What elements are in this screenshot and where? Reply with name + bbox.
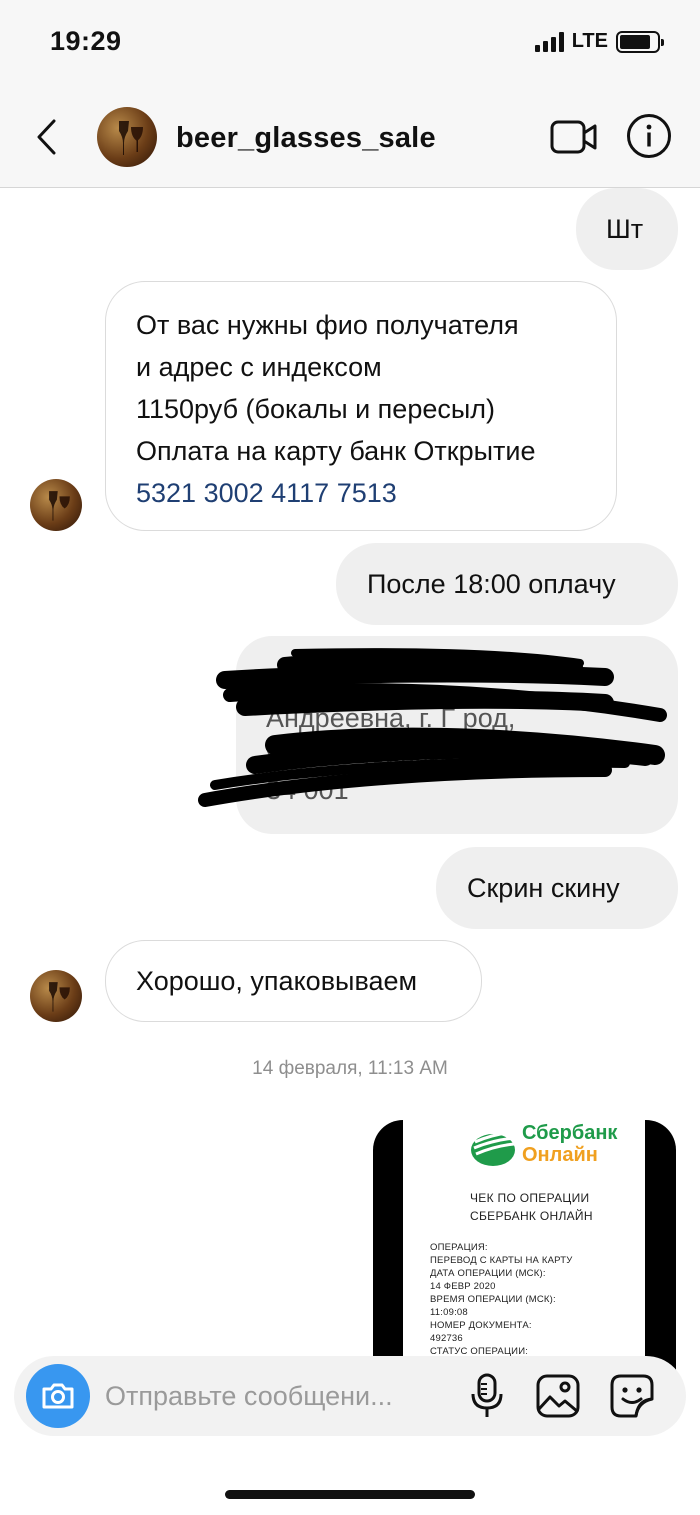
signal-icon <box>534 31 564 52</box>
receipt-line: 492736 <box>430 1333 463 1344</box>
chat-header: beer_glasses_sale <box>0 88 700 188</box>
contact-username[interactable]: beer_glasses_sale <box>176 122 436 155</box>
message-line: Оплата на карту банк Открытие <box>136 436 536 466</box>
receipt-title-line2: СБЕРБАНК ОНЛАЙН <box>470 1209 593 1223</box>
video-camera-icon <box>550 120 597 154</box>
receipt-line: НОМЕР ДОКУМЕНТА: <box>430 1320 532 1331</box>
receipt-line: ДАТА ОПЕРАЦИИ (МСК): <box>430 1268 546 1279</box>
receipt-line: ВРЕМЯ ОПЕРАЦИИ (МСК): <box>430 1294 556 1305</box>
receipt-brand-line1: Сбербанк <box>522 1122 618 1144</box>
message-input[interactable] <box>105 1376 435 1416</box>
message-bubble-outgoing[interactable]: Шт <box>576 188 678 270</box>
camera-icon <box>42 1383 74 1409</box>
status-indicators: LTE <box>534 30 664 53</box>
chevron-left-icon <box>37 119 56 155</box>
message-bubble-outgoing[interactable]: Скрин скину <box>436 847 678 929</box>
receipt-line: ОПЕРАЦИЯ: <box>430 1242 488 1253</box>
status-time: 19:29 <box>50 26 122 56</box>
contact-avatar-small[interactable] <box>30 970 82 1022</box>
redaction-scribble <box>198 648 667 807</box>
message-line: 1150руб (бокалы и пересыл) <box>136 394 496 424</box>
contact-avatar-small[interactable] <box>30 479 82 531</box>
chat-timestamp: 14 февраля, 11:13 AM <box>252 1058 448 1079</box>
message-text: Шт <box>606 214 644 244</box>
message-text: После 18:00 оплачу <box>367 569 616 599</box>
back-button[interactable] <box>24 112 68 162</box>
info-button[interactable] <box>626 113 672 164</box>
message-line: От вас нужны фио получателя <box>136 310 519 340</box>
message-bubble-incoming[interactable]: Хорошо, упаковываем <box>105 940 482 1022</box>
microphone-icon <box>471 1373 503 1417</box>
message-line: и адрес с индексом <box>136 352 382 382</box>
info-icon <box>627 114 671 158</box>
receipt-line: ПЕРЕВОД С КАРТЫ НА КАРТУ <box>430 1255 573 1266</box>
card-number-link[interactable]: 5321 3002 4117 7513 <box>136 472 616 514</box>
image-icon <box>536 1374 580 1418</box>
status-bar: 19:29 LTE <box>0 0 700 88</box>
gallery-button[interactable] <box>535 1373 581 1424</box>
message-bubble-outgoing[interactable]: После 18:00 оплачу <box>336 543 678 625</box>
contact-avatar[interactable] <box>97 107 157 167</box>
receipt-line: 14 ФЕВР 2020 <box>430 1281 496 1292</box>
message-bubble-incoming[interactable]: От вас нужны фио получателя и адрес с ин… <box>105 281 617 531</box>
message-text: Скрин скину <box>467 873 620 903</box>
battery-icon <box>616 30 664 53</box>
sticker-icon <box>610 1374 654 1418</box>
camera-button[interactable] <box>26 1364 90 1428</box>
sticker-button[interactable] <box>609 1373 655 1424</box>
sberbank-logo-icon <box>471 1130 516 1166</box>
message-text: Хорошо, упаковываем <box>136 966 418 996</box>
receipt-brand-line2: Онлайн <box>522 1144 598 1166</box>
receipt-title-line1: ЧЕК ПО ОПЕРАЦИИ <box>470 1191 590 1205</box>
receipt-line: 11:09:08 <box>430 1307 468 1318</box>
voice-message-button[interactable] <box>468 1372 506 1425</box>
home-indicator <box>225 1490 475 1499</box>
video-call-button[interactable] <box>550 118 598 161</box>
network-type: LTE <box>571 30 608 52</box>
